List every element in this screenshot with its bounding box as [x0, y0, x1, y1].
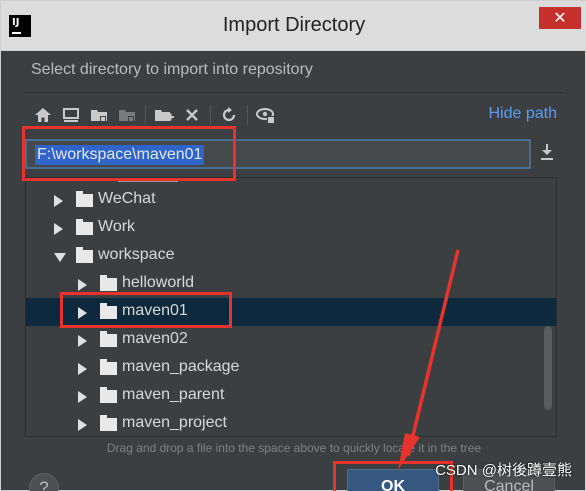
tree-item-label: maven_package	[122, 358, 240, 375]
folder-icon	[100, 331, 117, 347]
tree-item-label: maven_project	[122, 414, 227, 431]
module-folder-icon[interactable]	[115, 103, 139, 127]
close-button[interactable]: ✕	[539, 7, 581, 29]
divider	[23, 92, 563, 93]
chevron-right-icon[interactable]	[78, 419, 87, 431]
tree-item-maven-project[interactable]: maven_project	[26, 410, 556, 436]
desktop-icon[interactable]	[59, 103, 83, 127]
tree-item-label: maven02	[122, 330, 188, 347]
tree-item-label: helloworld	[122, 274, 195, 291]
tree-item-workspace[interactable]: workspace	[26, 242, 556, 270]
toolbar-separator	[210, 105, 211, 125]
folder-icon	[76, 219, 93, 235]
chevron-right-icon[interactable]	[54, 223, 63, 235]
show-hidden-icon[interactable]	[254, 103, 278, 127]
chevron-down-icon[interactable]	[54, 253, 66, 262]
tree-item-label: WeChat	[98, 190, 156, 207]
drag-drop-hint: Drag and drop a file into the space abov…	[106, 441, 482, 455]
chevron-right-icon[interactable]	[54, 195, 63, 207]
chevron-right-icon[interactable]	[78, 391, 87, 403]
chevron-right-icon[interactable]	[78, 335, 87, 347]
download-icon[interactable]	[539, 143, 555, 166]
help-button[interactable]: ?	[29, 473, 59, 491]
project-folder-icon[interactable]	[87, 103, 111, 127]
import-directory-dialog: IJ Import Directory ✕ Select directory t…	[0, 0, 586, 491]
folder-icon	[100, 415, 117, 431]
tree-item-wechat[interactable]: WeChat	[26, 186, 556, 214]
file-chooser-toolbar	[31, 101, 282, 129]
folder-icon	[100, 275, 117, 291]
toolbar-separator	[145, 105, 146, 125]
folder-icon	[100, 387, 117, 403]
chevron-right-icon[interactable]	[78, 279, 87, 291]
refresh-icon[interactable]	[217, 103, 241, 127]
tree-item-label: Work	[98, 218, 136, 235]
chevron-right-icon[interactable]	[78, 363, 87, 375]
hide-path-link[interactable]: Hide path	[489, 105, 558, 123]
annotation-box-path	[22, 126, 236, 181]
tree-item-work[interactable]: Work	[26, 214, 556, 242]
tree-item-maven02[interactable]: maven02	[26, 326, 556, 354]
dialog-description: Select directory to import into reposito…	[31, 61, 313, 78]
tree-item-maven-package[interactable]: maven_package	[26, 354, 556, 382]
title-bar[interactable]: IJ Import Directory ✕	[1, 1, 586, 51]
tree-item-label: workspace	[98, 246, 175, 263]
new-folder-icon[interactable]	[152, 103, 176, 127]
tree-item-maven-parent[interactable]: maven_parent	[26, 382, 556, 410]
toolbar-separator	[247, 105, 248, 125]
tree-item-label: maven_parent	[122, 386, 225, 403]
tree-scrollbar[interactable]	[544, 326, 552, 410]
home-icon[interactable]	[31, 103, 55, 127]
delete-icon[interactable]	[180, 103, 204, 127]
annotation-box-maven01	[60, 292, 232, 328]
folder-icon	[76, 247, 93, 263]
watermark-text: CSDN @树後蹲壹熊	[435, 462, 572, 479]
folder-icon	[76, 191, 93, 207]
dialog-title: Import Directory	[222, 14, 366, 36]
folder-icon	[100, 359, 117, 375]
